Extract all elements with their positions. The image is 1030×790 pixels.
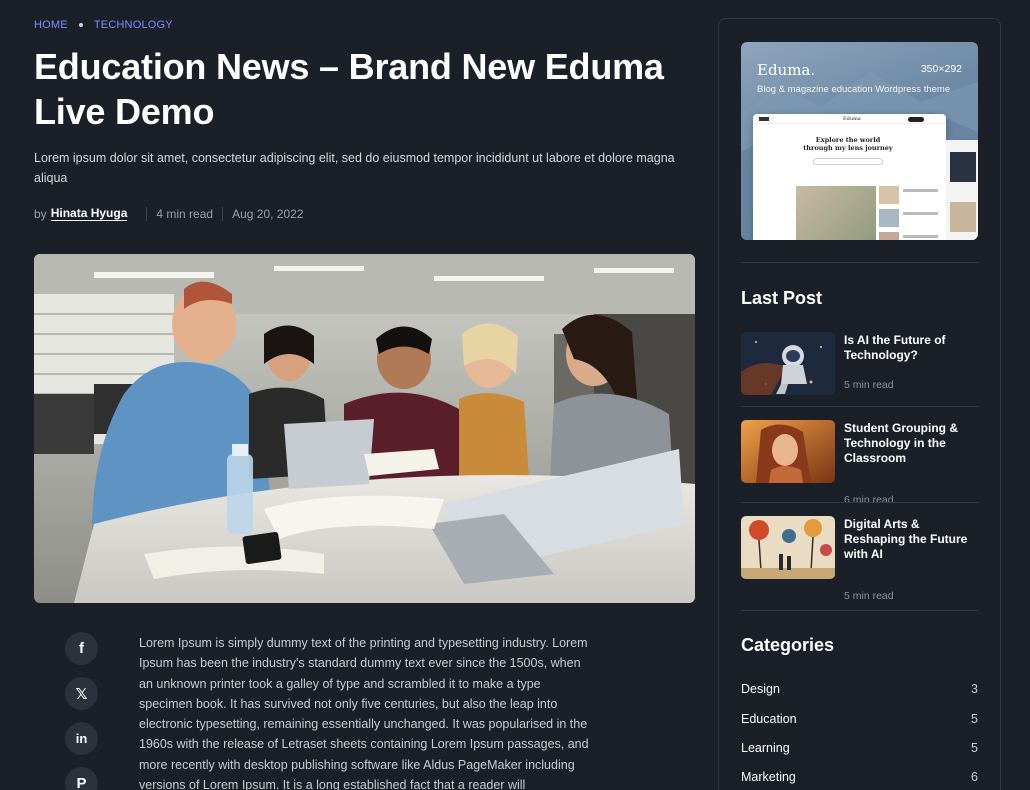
sidebar-post-item[interactable]: Student Grouping & Technology in the Cla… — [741, 420, 979, 506]
category-count: 3 — [971, 682, 978, 696]
facebook-icon: f — [79, 640, 84, 657]
ad-logo: Eduma. — [757, 61, 816, 79]
ad-screen-brand: Eduma — [843, 116, 861, 122]
sidebar-post-item[interactable]: Digital Arts & Reshaping the Future with… — [741, 516, 979, 602]
category-count: 6 — [971, 770, 978, 784]
breadcrumb-separator-dot — [78, 23, 83, 27]
article-meta: by Hinata Hyuga 4 min read Aug 20, 2022 — [34, 206, 303, 221]
post-thumbnail-art[interactable] — [741, 516, 835, 579]
sidebar-divider — [741, 262, 978, 263]
pinterest-share-button[interactable]: P — [65, 767, 98, 790]
linkedin-icon: in — [75, 731, 88, 746]
ad-screen-heading: Explore the world through my lens journe… — [803, 136, 893, 152]
post-title-link[interactable]: Is AI the Future of Technology? — [844, 333, 979, 363]
astronaut-image — [741, 332, 835, 395]
category-name[interactable]: Education — [741, 712, 797, 726]
ad-screenshot-side-preview — [946, 140, 978, 240]
digital-art-image — [741, 516, 835, 579]
ad-screenshot-preview: Eduma Explore the world through my lens … — [753, 114, 946, 240]
sidebar: Eduma. 350×292 Blog & magazine education… — [718, 18, 1001, 790]
sidebar-divider — [741, 610, 978, 611]
linkedin-share-button[interactable]: in — [65, 722, 98, 755]
article-body: Lorem Ipsum is simply dummy text of the … — [139, 636, 589, 790]
breadcrumb-home-link[interactable]: HOME — [34, 19, 68, 31]
post-read-time: 6 min read — [844, 494, 894, 506]
girl-portrait-image — [741, 420, 835, 483]
author-link[interactable]: Hinata Hyuga — [50, 206, 128, 221]
category-name[interactable]: Learning — [741, 741, 790, 755]
publish-date: Aug 20, 2022 — [232, 206, 304, 221]
sidebar-divider — [741, 502, 978, 503]
breadcrumb: HOME TECHNOLOGY — [34, 19, 173, 31]
pinterest-icon: P — [76, 775, 87, 790]
post-thumbnail-girl[interactable] — [741, 420, 835, 483]
category-item-marketing[interactable]: Marketing 6 — [741, 770, 978, 784]
ad-banner[interactable]: Eduma. 350×292 Blog & magazine education… — [741, 42, 978, 240]
read-time: 4 min read — [156, 206, 214, 221]
meta-divider — [222, 206, 224, 221]
facebook-share-button[interactable]: f — [65, 632, 98, 665]
post-thumbnail-astronaut[interactable] — [741, 332, 835, 395]
sidebar-divider — [741, 406, 978, 407]
share-buttons: f 𝕏 in P — [65, 632, 98, 790]
breadcrumb-category-link[interactable]: TECHNOLOGY — [94, 19, 173, 31]
hero-illustration — [34, 254, 695, 603]
category-count: 5 — [971, 741, 978, 755]
hero-image — [34, 254, 695, 603]
category-name[interactable]: Design — [741, 682, 780, 696]
categories-heading: Categories — [741, 635, 835, 655]
article-excerpt: Lorem ipsum dolor sit amet, consectetur … — [34, 151, 675, 185]
category-item-design[interactable]: Design 3 — [741, 682, 978, 696]
last-post-heading: Last Post — [741, 288, 823, 308]
post-read-time: 5 min read — [844, 379, 894, 391]
category-item-learning[interactable]: Learning 5 — [741, 741, 978, 755]
x-twitter-icon: 𝕏 — [75, 685, 88, 703]
sidebar-post-item[interactable]: Is AI the Future of Technology? 5 min re… — [741, 332, 978, 396]
meta-divider — [146, 206, 148, 221]
post-title-link[interactable]: Digital Arts & Reshaping the Future with… — [844, 517, 979, 562]
article-title: Education News – Brand New Eduma Live De… — [34, 46, 664, 132]
ad-size-label: 350×292 — [920, 63, 962, 75]
post-title-link[interactable]: Student Grouping & Technology in the Cla… — [844, 421, 979, 466]
ad-tagline: Blog & magazine education Wordpress them… — [757, 84, 951, 95]
category-name[interactable]: Marketing — [741, 770, 796, 784]
category-count: 5 — [971, 712, 978, 726]
by-label: by — [34, 206, 47, 221]
post-read-time: 5 min read — [844, 590, 894, 602]
category-item-education[interactable]: Education 5 — [741, 712, 978, 726]
x-share-button[interactable]: 𝕏 — [65, 677, 98, 710]
